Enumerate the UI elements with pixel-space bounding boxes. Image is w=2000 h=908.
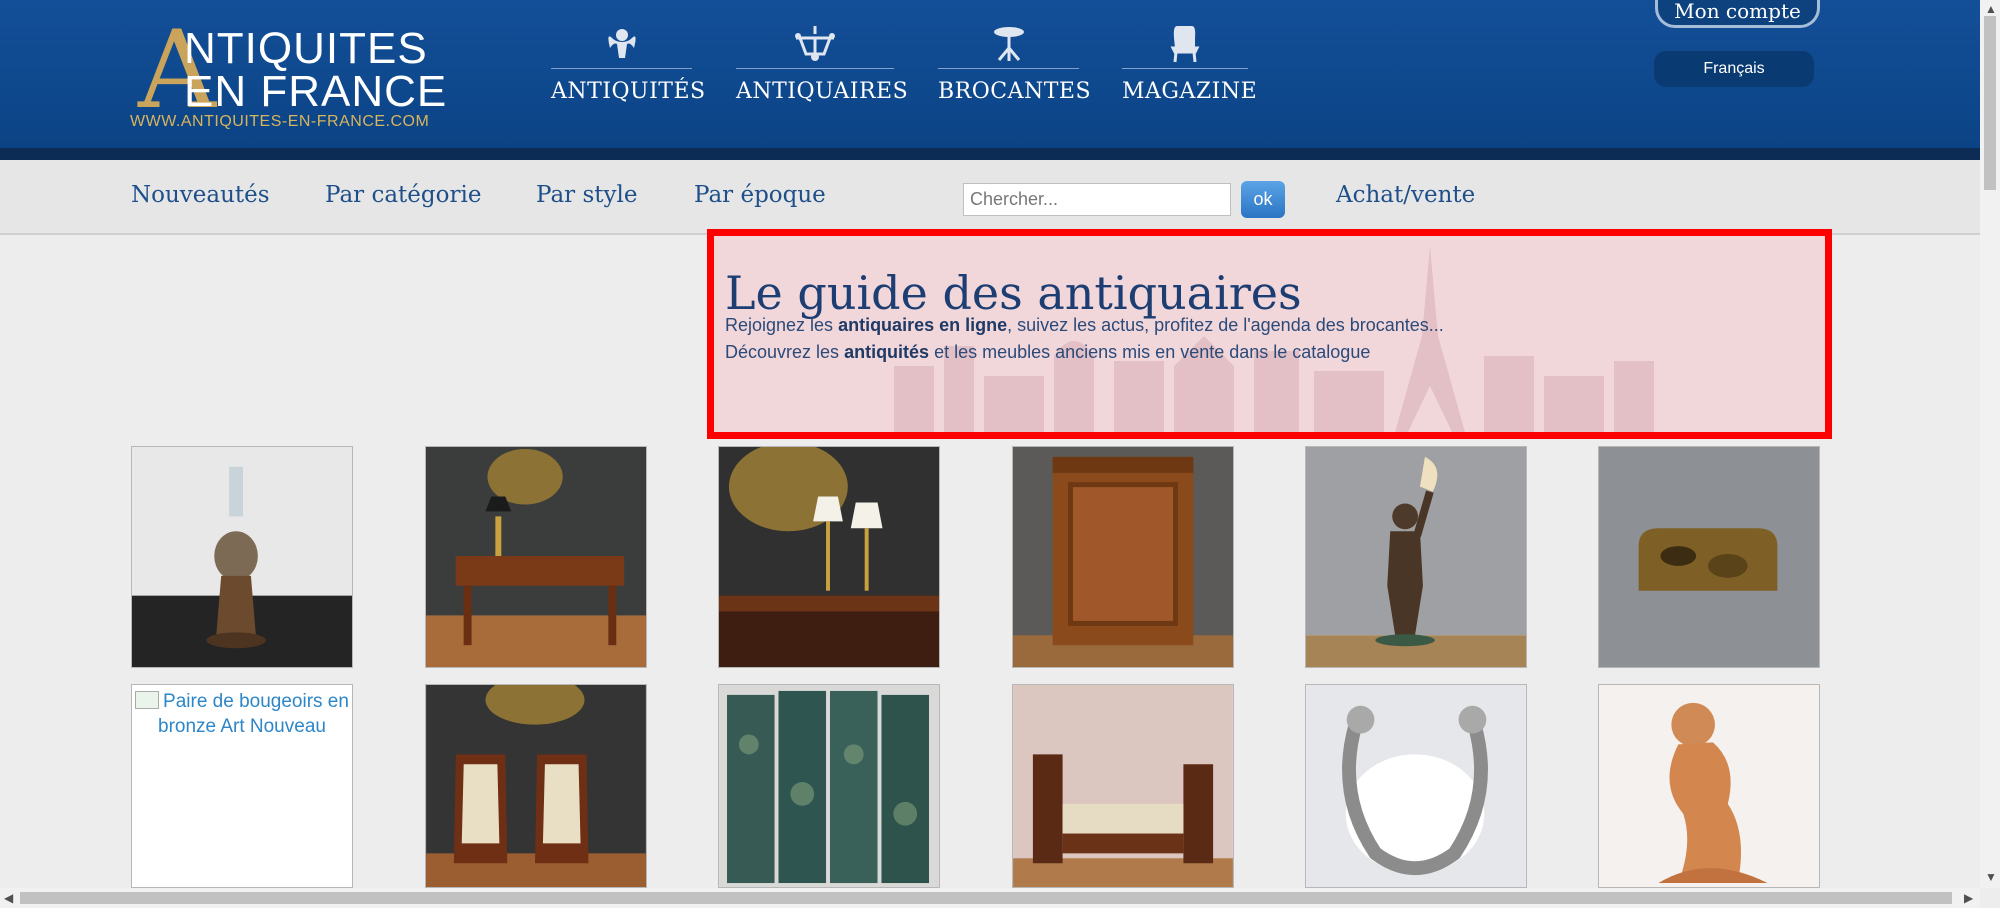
horizontal-scroll-thumb[interactable]	[20, 892, 1952, 904]
search-submit-button[interactable]: ok	[1241, 181, 1285, 218]
account-button[interactable]: Mon compte	[1655, 0, 1820, 28]
scroll-up-icon[interactable]: ▲	[1985, 2, 1997, 16]
burl-wood-box-photo	[1599, 447, 1819, 667]
product-card[interactable]	[425, 684, 647, 888]
product-card[interactable]	[425, 446, 647, 668]
nav-antiquites[interactable]: ANTIQUITÉS	[551, 24, 706, 109]
vertical-scroll-thumb[interactable]	[1984, 16, 1996, 190]
language-selector[interactable]: Français	[1654, 51, 1814, 87]
subnav-par-style[interactable]: Par style	[536, 182, 637, 208]
product-card[interactable]	[131, 446, 353, 668]
broken-image-icon	[135, 691, 160, 709]
nav-antiquites-label: ANTIQUITÉS	[551, 79, 706, 104]
scroll-left-icon[interactable]: ◀	[4, 891, 13, 905]
cherub-icon	[551, 24, 692, 68]
product-card[interactable]	[718, 684, 940, 888]
product-card[interactable]	[1598, 684, 1820, 888]
logo-url: WWW.ANTIQUITES-EN-FRANCE.COM	[130, 113, 430, 130]
scroll-right-icon[interactable]: ▶	[1964, 891, 1973, 905]
oil-lamp-photo	[132, 447, 352, 667]
table-icon	[938, 24, 1079, 68]
chair-icon	[1122, 24, 1248, 68]
antiquites-link[interactable]: antiquités	[844, 342, 929, 362]
silver-bracelet-photo	[1306, 685, 1526, 887]
subnav-par-categorie[interactable]: Par catégorie	[325, 182, 481, 208]
bronze-statue-lamp-photo	[1306, 447, 1526, 667]
nav-antiquaires-label: ANTIQUAIRES	[736, 79, 909, 104]
product-card[interactable]	[1305, 446, 1527, 668]
nav-magazine[interactable]: MAGAZINE	[1122, 24, 1258, 109]
logo-line1: NTIQUITES	[184, 24, 428, 73]
nav-magazine-label: MAGAZINE	[1122, 79, 1258, 104]
horizontal-scrollbar[interactable]: ◀ ▶	[0, 888, 1980, 908]
subnav-achat-vente[interactable]: Achat/vente	[1336, 182, 1475, 208]
logo-line2: EN FRANCE	[184, 67, 448, 116]
site-header: A NTIQUITES EN FRANCE WWW.ANTIQUITES-EN-…	[0, 0, 1980, 160]
pair-of-armchairs-photo	[426, 685, 646, 887]
product-card[interactable]	[1598, 446, 1820, 668]
subnav-par-epoque[interactable]: Par époque	[694, 182, 826, 208]
nav-brocantes[interactable]: BROCANTES	[938, 24, 1092, 109]
chandelier-icon	[736, 24, 894, 68]
product-card[interactable]	[1305, 684, 1527, 888]
subnav-nouveautes[interactable]: Nouveautés	[131, 182, 270, 208]
product-card[interactable]	[1012, 684, 1234, 888]
writing-desk-photo	[426, 447, 646, 667]
nav-brocantes-label: BROCANTES	[938, 79, 1092, 104]
intro-title: Le guide des antiquaires	[725, 266, 1302, 320]
search-input[interactable]	[963, 183, 1231, 216]
scroll-down-icon[interactable]: ▼	[1985, 870, 1997, 884]
product-card[interactable]: Paire de bougeoirs en bronze Art Nouveau	[131, 684, 353, 888]
intro-line1: Rejoignez les antiquaires en ligne, suiv…	[725, 315, 1444, 335]
secondary-nav: Nouveautés Par catégorie Par style Par é…	[0, 160, 1980, 235]
intro-line2: Découvrez les antiquités et les meubles …	[725, 342, 1371, 362]
product-card[interactable]	[718, 446, 940, 668]
folding-screen-photo	[719, 685, 939, 887]
broken-image-alt: Paire de bougeoirs en bronze Art Nouveau	[132, 685, 352, 739]
walnut-cabinet-photo	[1013, 447, 1233, 667]
nav-antiquaires[interactable]: ANTIQUAIRES	[736, 24, 909, 109]
antiquaires-link[interactable]: antiquaires en ligne	[838, 315, 1007, 335]
daybed-photo	[1013, 685, 1233, 887]
intro-banner: Le guide des antiquaires Rejoignez les a…	[707, 229, 1832, 439]
site-logo[interactable]: A NTIQUITES EN FRANCE WWW.ANTIQUITES-EN-…	[130, 17, 450, 135]
product-card[interactable]	[1012, 446, 1234, 668]
desk-with-lamps-photo	[719, 447, 939, 667]
vertical-scrollbar[interactable]: ▲ ▼	[1980, 0, 2000, 888]
terracotta-figure-photo	[1599, 685, 1819, 887]
